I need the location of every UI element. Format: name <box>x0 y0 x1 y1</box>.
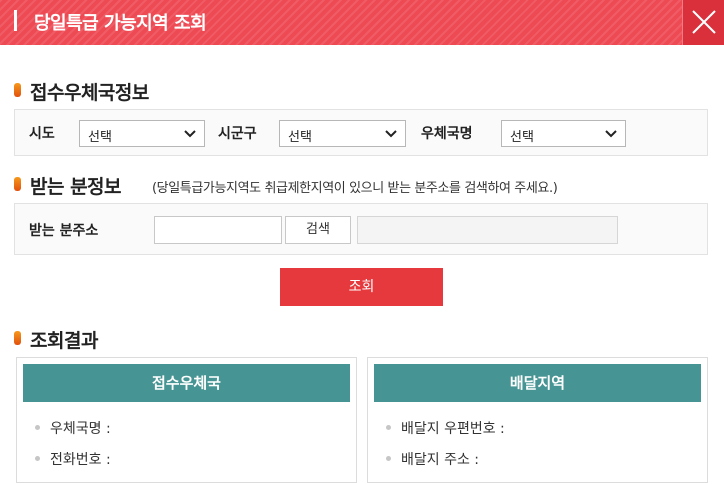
section-note: (당일특급가능지역도 취급제한지역이 있으니 받는 분주소를 검색하여 주세요.… <box>152 181 558 196</box>
result-row: 전화번호 : <box>35 449 111 469</box>
result-card-sender: 접수우체국 우체국명 : 전화번호 : <box>16 357 357 483</box>
result-row: 배달지 우편번호 : <box>386 418 505 438</box>
result-row-label: 전화번호 : <box>50 452 111 468</box>
result-row-label: 배달지 우편번호 : <box>401 421 505 437</box>
sigungu-select[interactable]: 선택 <box>279 120 406 147</box>
section-title-text: 받는 분정보 <box>30 176 122 198</box>
result-row-label: 우체국명 : <box>50 421 111 437</box>
section-title-text: 접수우체국정보 <box>30 82 149 104</box>
bullet-icon <box>35 424 40 430</box>
card-heading: 접수우체국 <box>23 364 350 402</box>
office-select[interactable]: 선택 <box>501 120 626 147</box>
section-title-text: 조회결과 <box>30 330 98 352</box>
address-result-field <box>357 216 618 244</box>
section-title-receiver: 받는 분정보 (당일특급가능지역도 취급제한지역이 있으니 받는 분주소를 검색… <box>14 172 714 198</box>
office-label: 우체국명 <box>421 126 473 142</box>
sigungu-label: 시군구 <box>218 126 257 142</box>
result-row: 배달지 주소 : <box>386 449 479 469</box>
search-button[interactable]: 검색 <box>285 216 351 244</box>
sido-select-value: 선택 <box>88 130 112 145</box>
chevron-down-icon <box>184 130 196 138</box>
result-row: 우체국명 : <box>35 418 111 438</box>
sido-select[interactable]: 선택 <box>79 120 205 147</box>
section-marker-icon <box>14 177 21 191</box>
section-marker-icon <box>14 83 21 97</box>
office-select-value: 선택 <box>510 130 534 145</box>
bullet-icon <box>386 455 391 461</box>
sender-filter-box: 시도 선택 시군구 선택 우체국명 선택 <box>14 109 708 156</box>
receiver-box: 받는 분주소 검색 <box>14 203 708 255</box>
section-marker-icon <box>14 331 21 345</box>
close-button[interactable] <box>682 0 724 45</box>
query-button[interactable]: 조회 <box>280 268 443 306</box>
bullet-icon <box>35 455 40 461</box>
header-accent-bar <box>14 10 17 31</box>
result-card-delivery: 배달지역 배달지 우편번호 : 배달지 주소 : <box>367 357 708 483</box>
bullet-icon <box>386 424 391 430</box>
close-icon <box>692 10 716 34</box>
popup-header: 당일특급 가능지역 조회 <box>0 0 724 45</box>
chevron-down-icon <box>605 130 617 138</box>
page-title: 당일특급 가능지역 조회 <box>34 13 207 34</box>
chevron-down-icon <box>385 130 397 138</box>
address-input[interactable] <box>154 216 282 244</box>
card-heading: 배달지역 <box>374 364 701 402</box>
sigungu-select-value: 선택 <box>288 130 312 145</box>
result-row-label: 배달지 주소 : <box>401 452 480 468</box>
address-label: 받는 분주소 <box>29 223 99 239</box>
sido-label: 시도 <box>29 126 55 142</box>
